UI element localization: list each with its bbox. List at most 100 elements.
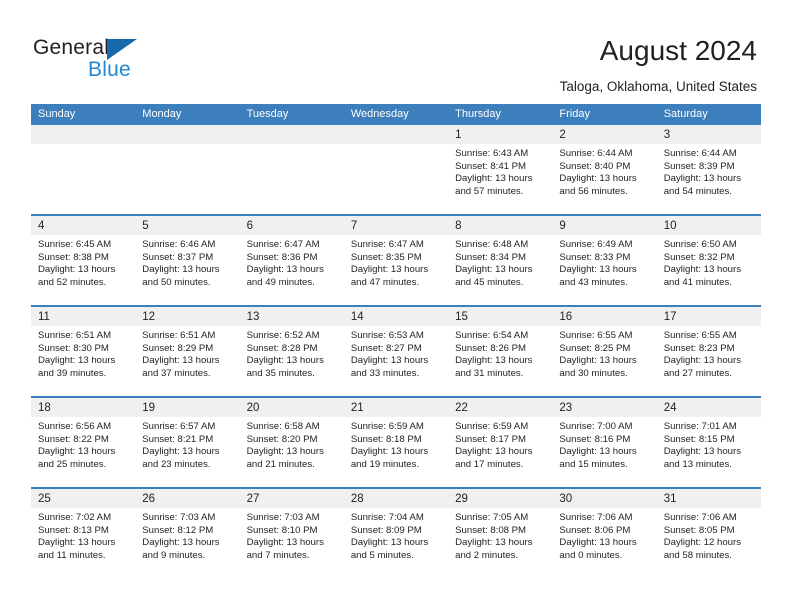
day-number: 11	[38, 311, 50, 323]
weekday-header-thursday: Thursday	[455, 108, 501, 120]
day-cell[interactable]: 29 Sunrise: 7:05 AM Sunset: 8:08 PM Dayl…	[448, 489, 553, 578]
day-number-band: 3	[656, 125, 761, 144]
sunset-text: Sunset: 8:26 PM	[455, 342, 527, 354]
day-cell[interactable]: 2 Sunrise: 6:44 AM Sunset: 8:40 PM Dayli…	[552, 125, 657, 214]
daylight-text-line2: and 9 minutes.	[142, 549, 206, 561]
day-cell[interactable]: 3 Sunrise: 6:44 AM Sunset: 8:39 PM Dayli…	[656, 125, 761, 214]
day-cell[interactable]: 13 Sunrise: 6:52 AM Sunset: 8:28 PM Dayl…	[239, 307, 344, 396]
day-cell[interactable]: 5 Sunrise: 6:46 AM Sunset: 8:37 PM Dayli…	[135, 216, 240, 305]
sunset-text: Sunset: 8:41 PM	[455, 160, 527, 172]
day-details: Sunrise: 6:54 AM Sunset: 8:26 PM Dayligh…	[448, 326, 552, 380]
daylight-text-line2: and 7 minutes.	[246, 549, 310, 561]
sunrise-text: Sunrise: 6:47 AM	[246, 239, 320, 250]
day-cell[interactable]: 28 Sunrise: 7:04 AM Sunset: 8:09 PM Dayl…	[343, 489, 449, 578]
day-details: Sunrise: 6:44 AM Sunset: 8:40 PM Dayligh…	[552, 144, 656, 198]
day-cell[interactable]: 25 Sunrise: 7:02 AM Sunset: 8:13 PM Dayl…	[31, 489, 136, 578]
day-number-band: 11	[31, 307, 136, 326]
daylight-text-line1: Daylight: 13 hours	[142, 264, 220, 276]
daylight-text-line2: and 52 minutes.	[38, 276, 107, 288]
day-number: 14	[350, 311, 364, 323]
calendar-page: General Blue August 2024 Taloga, Oklahom…	[0, 0, 792, 612]
day-number: 31	[663, 493, 677, 505]
day-cell[interactable]: 30 Sunrise: 7:06 AM Sunset: 8:06 PM Dayl…	[552, 489, 657, 578]
daylight-text-line2: and 49 minutes.	[246, 276, 315, 288]
day-number: 13	[246, 311, 260, 323]
day-number-band	[343, 125, 449, 144]
day-number-band: 17	[656, 307, 761, 326]
day-details: Sunrise: 6:47 AM Sunset: 8:35 PM Dayligh…	[344, 235, 448, 289]
daylight-text-line1: Daylight: 13 hours	[663, 264, 742, 276]
day-number-band: 26	[135, 489, 240, 508]
sunrise-text: Sunrise: 6:57 AM	[142, 421, 216, 432]
daylight-text-line1: Daylight: 13 hours	[142, 446, 220, 458]
day-cell[interactable]: 9 Sunrise: 6:49 AM Sunset: 8:33 PM Dayli…	[552, 216, 657, 305]
sunset-text: Sunset: 8:28 PM	[246, 342, 318, 354]
sunrise-text: Sunrise: 7:03 AM	[246, 512, 320, 523]
day-cell[interactable]: 27 Sunrise: 7:03 AM Sunset: 8:10 PM Dayl…	[239, 489, 344, 578]
day-cell[interactable]: 31 Sunrise: 7:06 AM Sunset: 8:05 PM Dayl…	[656, 489, 761, 578]
day-cell[interactable]: 20 Sunrise: 6:58 AM Sunset: 8:20 PM Dayl…	[239, 398, 344, 487]
daylight-text-line1: Daylight: 13 hours	[663, 355, 742, 367]
week-row: 4 Sunrise: 6:45 AM Sunset: 8:38 PM Dayli…	[31, 214, 761, 305]
day-cell[interactable]: 17 Sunrise: 6:55 AM Sunset: 8:23 PM Dayl…	[656, 307, 761, 396]
day-details	[135, 144, 239, 148]
day-cell[interactable]: 14 Sunrise: 6:53 AM Sunset: 8:27 PM Dayl…	[343, 307, 449, 396]
day-cell[interactable]: 22 Sunrise: 6:59 AM Sunset: 8:17 PM Dayl…	[448, 398, 553, 487]
day-cell[interactable]: 26 Sunrise: 7:03 AM Sunset: 8:12 PM Dayl…	[135, 489, 240, 578]
day-number: 6	[246, 220, 253, 232]
sunrise-text: Sunrise: 6:59 AM	[350, 421, 424, 432]
day-number-band	[239, 125, 344, 144]
week-row: 11 Sunrise: 6:51 AM Sunset: 8:30 PM Dayl…	[31, 305, 761, 396]
day-cell[interactable]: 10 Sunrise: 6:50 AM Sunset: 8:32 PM Dayl…	[656, 216, 761, 305]
day-cell[interactable]: 4 Sunrise: 6:45 AM Sunset: 8:38 PM Dayli…	[31, 216, 136, 305]
sunset-text: Sunset: 8:13 PM	[38, 524, 109, 536]
sunset-text: Sunset: 8:32 PM	[663, 251, 735, 263]
page-title: August 2024	[599, 35, 757, 66]
day-number: 25	[38, 493, 51, 505]
daylight-text-line2: and 15 minutes.	[559, 458, 628, 470]
day-cell[interactable]: 23 Sunrise: 7:00 AM Sunset: 8:16 PM Dayl…	[552, 398, 657, 487]
day-details	[31, 144, 135, 148]
sunrise-text: Sunrise: 7:00 AM	[559, 421, 633, 432]
day-number: 29	[455, 493, 468, 505]
day-cell[interactable]: 8 Sunrise: 6:48 AM Sunset: 8:34 PM Dayli…	[448, 216, 553, 305]
daylight-text-line1: Daylight: 13 hours	[559, 264, 637, 276]
day-cell[interactable]: 19 Sunrise: 6:57 AM Sunset: 8:21 PM Dayl…	[135, 398, 240, 487]
day-cell[interactable]: 16 Sunrise: 6:55 AM Sunset: 8:25 PM Dayl…	[552, 307, 657, 396]
daylight-text-line1: Daylight: 13 hours	[455, 264, 533, 276]
day-details: Sunrise: 7:00 AM Sunset: 8:16 PM Dayligh…	[552, 417, 656, 471]
day-cell[interactable]: 6 Sunrise: 6:47 AM Sunset: 8:36 PM Dayli…	[239, 216, 344, 305]
day-number: 27	[246, 493, 260, 505]
sunset-text: Sunset: 8:23 PM	[663, 342, 735, 354]
day-number-band: 13	[239, 307, 344, 326]
day-cell[interactable]: 7 Sunrise: 6:47 AM Sunset: 8:35 PM Dayli…	[343, 216, 449, 305]
day-cell[interactable]: 21 Sunrise: 6:59 AM Sunset: 8:18 PM Dayl…	[343, 398, 449, 487]
page-header: General Blue August 2024 Taloga, Oklahom…	[0, 0, 792, 100]
day-cell[interactable]: 1 Sunrise: 6:43 AM Sunset: 8:41 PM Dayli…	[448, 125, 553, 214]
sunrise-text: Sunrise: 7:06 AM	[559, 512, 633, 523]
day-cell[interactable]: 11 Sunrise: 6:51 AM Sunset: 8:30 PM Dayl…	[31, 307, 136, 396]
day-cell[interactable]: 24 Sunrise: 7:01 AM Sunset: 8:15 PM Dayl…	[656, 398, 761, 487]
daylight-text-line2: and 47 minutes.	[350, 276, 420, 288]
day-cell[interactable]: 18 Sunrise: 6:56 AM Sunset: 8:22 PM Dayl…	[31, 398, 136, 487]
calendar-grid: Sunday Monday Tuesday Wednesday Thursday…	[31, 104, 761, 578]
day-number-band: 9	[552, 216, 657, 235]
day-number-band: 31	[656, 489, 761, 508]
sunrise-text: Sunrise: 6:45 AM	[38, 239, 112, 250]
daylight-text-line1: Daylight: 13 hours	[38, 264, 116, 276]
day-cell[interactable]: 12 Sunrise: 6:51 AM Sunset: 8:29 PM Dayl…	[135, 307, 240, 396]
daylight-text-line1: Daylight: 13 hours	[455, 173, 533, 185]
daylight-text-line2: and 25 minutes.	[38, 458, 107, 470]
sunset-text: Sunset: 8:22 PM	[38, 433, 109, 445]
day-number-band: 24	[656, 398, 761, 417]
day-details: Sunrise: 6:58 AM Sunset: 8:20 PM Dayligh…	[240, 417, 344, 471]
day-details: Sunrise: 6:55 AM Sunset: 8:25 PM Dayligh…	[552, 326, 656, 380]
sunrise-text: Sunrise: 7:03 AM	[142, 512, 216, 523]
day-cell[interactable]: 15 Sunrise: 6:54 AM Sunset: 8:26 PM Dayl…	[448, 307, 553, 396]
daylight-text-line2: and 11 minutes.	[38, 549, 106, 561]
brand-logo[interactable]: General Blue	[33, 36, 213, 86]
day-number: 1	[455, 129, 462, 141]
daylight-text-line2: and 37 minutes.	[142, 367, 211, 379]
day-details: Sunrise: 6:51 AM Sunset: 8:30 PM Dayligh…	[31, 326, 135, 380]
day-number: 3	[663, 129, 671, 141]
